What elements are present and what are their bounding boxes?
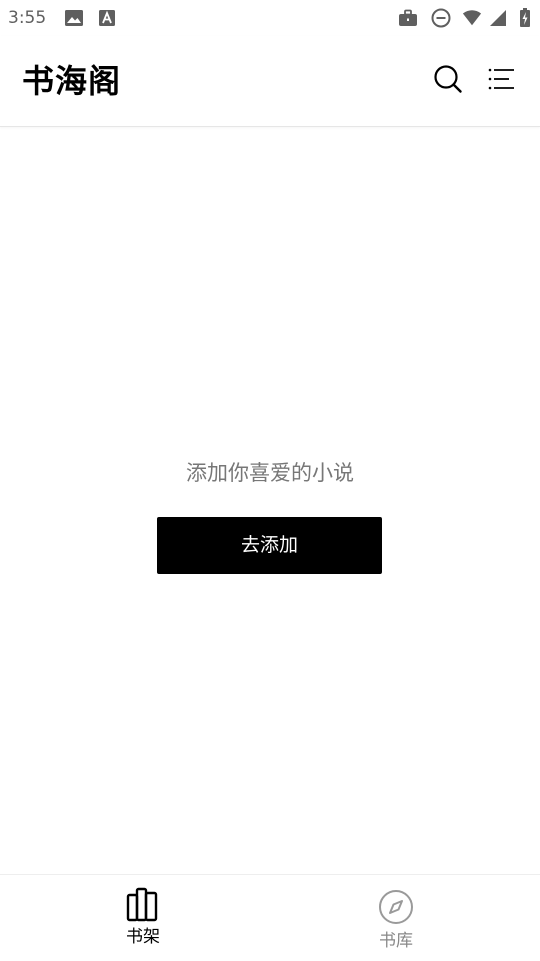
app-title: 书海阁 — [22, 62, 122, 100]
bookshelf-icon — [124, 885, 162, 923]
nav-item-library[interactable]: 书库 — [261, 875, 531, 961]
search-icon — [433, 64, 463, 98]
wifi-icon — [462, 8, 482, 28]
compass-icon — [377, 888, 415, 926]
menu-button[interactable] — [484, 63, 520, 99]
bottom-nav: 书架 书库 — [0, 874, 540, 961]
empty-state-message: 添加你喜爱的小说 — [186, 461, 354, 485]
add-books-button[interactable]: 去添加 — [157, 517, 382, 574]
search-button[interactable] — [430, 63, 466, 99]
status-bar: 3:55 — [0, 0, 540, 36]
font-download-icon — [97, 8, 117, 28]
briefcase-icon — [398, 8, 418, 28]
nav-item-bookshelf[interactable]: 书架 — [8, 875, 278, 961]
battery-charging-icon — [515, 8, 535, 28]
status-time: 3:55 — [8, 8, 47, 28]
do-not-disturb-icon — [431, 8, 451, 28]
nav-label-library: 书库 — [379, 931, 413, 951]
menu-icon — [488, 67, 516, 95]
image-icon — [64, 8, 84, 28]
signal-icon — [488, 8, 508, 28]
app-header: 书海阁 — [0, 36, 540, 127]
nav-label-bookshelf: 书架 — [126, 927, 160, 947]
